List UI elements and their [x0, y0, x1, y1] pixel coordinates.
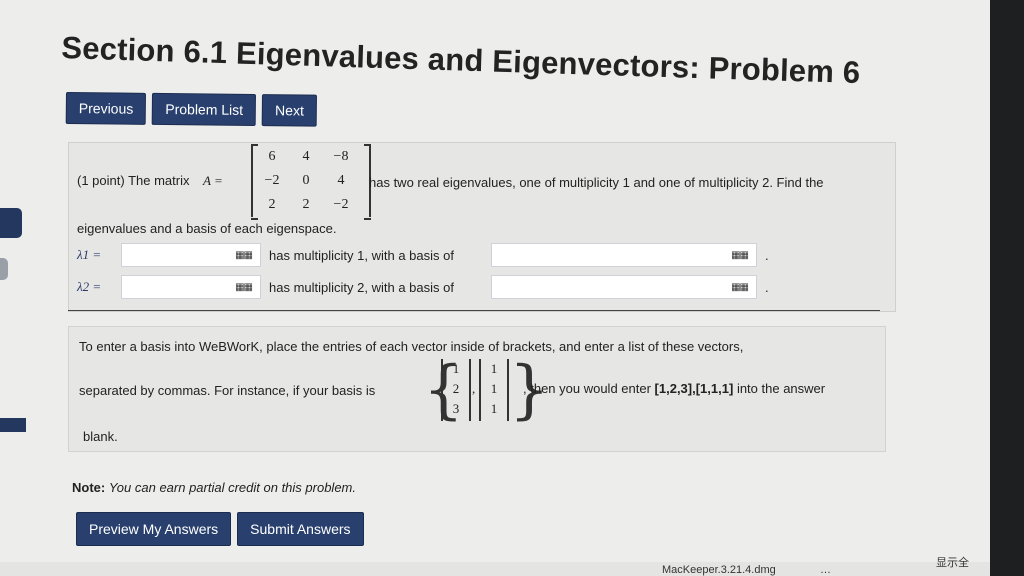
matrix-row: 2 2 −2	[253, 193, 369, 217]
instructions-panel: To enter a basis into WeBWorK, place the…	[68, 326, 886, 452]
grid-icon[interactable]: ▦▦	[235, 282, 253, 293]
matrix-cell: 6	[268, 149, 276, 164]
lambda2-row: λ2 = ▦▦ has multiplicity 2, with a basis…	[77, 275, 769, 299]
line2-post-text: , then you would enter	[523, 381, 651, 396]
submit-answers-button[interactable]: Submit Answers	[237, 512, 364, 546]
instructions-line3: blank.	[83, 429, 118, 444]
lambda2-input[interactable]: ▦▦	[121, 275, 261, 299]
matrix-cell: 2	[302, 197, 310, 212]
vector-entry: 1	[452, 361, 460, 376]
side-tab[interactable]	[0, 208, 22, 238]
period: .	[765, 279, 769, 295]
side-tab[interactable]	[0, 418, 26, 432]
show-all-link[interactable]: 显示全	[936, 554, 969, 570]
instructions-line2-post: , then you would enter [1,2,3],[1,1,1] i…	[523, 381, 825, 396]
matrix-cell: 0	[302, 173, 310, 188]
grid-icon[interactable]: ▦▦	[731, 250, 749, 261]
matrix-label: A =	[203, 173, 223, 188]
problem-panel: (1 point) The matrix A = 6 4 −8 −2 0 4 2…	[68, 142, 896, 312]
matrix-row: 6 4 −8	[253, 145, 369, 169]
matrix-cell: −2	[333, 197, 349, 212]
grid-icon[interactable]: ▦▦	[731, 282, 749, 293]
grid-icon[interactable]: ▦▦	[235, 250, 253, 261]
screen: Section 6.1 Eigenvalues and Eigenvectors…	[0, 0, 990, 576]
lambda2-text: has multiplicity 2, with a basis of	[269, 279, 454, 295]
matrix-cell: 4	[302, 149, 310, 164]
lambda1-row: λ1 = ▦▦ has multiplicity 1, with a basis…	[77, 243, 769, 267]
matrix-cell: −2	[264, 173, 280, 188]
example-answer: [1,2,3],[1,1,1]	[654, 381, 734, 396]
preview-answers-button[interactable]: Preview My Answers	[76, 512, 232, 546]
lambda1-basis-input[interactable]: ▦▦	[491, 243, 757, 267]
problem-intro: (1 point) The matrix	[77, 173, 190, 188]
problem-text-after: has two real eigenvalues, one of multipl…	[369, 175, 824, 190]
lambda1-text: has multiplicity 1, with a basis of	[269, 247, 454, 263]
download-more-icon[interactable]: …	[820, 564, 831, 576]
previous-button[interactable]: Previous	[65, 92, 147, 125]
note-label: Note:	[72, 480, 106, 495]
lambda1-label: λ1 =	[77, 247, 102, 262]
lambda2-basis-input[interactable]: ▦▦	[491, 275, 757, 299]
example-basis: { 1 2 3 , 1 1 1 }	[423, 358, 550, 422]
answer-actions: Preview My Answers Submit Answers	[76, 512, 364, 546]
lambda1-input[interactable]: ▦▦	[121, 243, 261, 267]
vector-entry: 1	[490, 401, 498, 416]
period: .	[765, 247, 769, 263]
problem-list-button[interactable]: Problem List	[152, 92, 257, 126]
example-vector-1: 1 2 3	[441, 359, 471, 421]
vector-entry: 1	[490, 361, 498, 376]
instructions-line2-pre: separated by commas. For instance, if yo…	[79, 383, 376, 398]
page-title: Section 6.1 Eigenvalues and Eigenvectors…	[60, 30, 861, 91]
side-tab[interactable]	[0, 258, 8, 280]
lambda2-label: λ2 =	[77, 279, 102, 294]
note: Note: You can earn partial credit on thi…	[72, 480, 356, 495]
example-vector-2: 1 1 1	[479, 359, 509, 421]
next-button[interactable]: Next	[261, 94, 318, 127]
problem-text-line2: eigenvalues and a basis of each eigenspa…	[77, 221, 337, 236]
matrix-cell: 2	[268, 197, 276, 212]
vector-comma: ,	[472, 381, 476, 396]
vector-entry: 1	[490, 381, 498, 396]
note-text: You can earn partial credit on this prob…	[108, 480, 356, 495]
matrix-cell: 4	[337, 173, 345, 188]
line2-end-text: into the answer	[736, 381, 826, 396]
matrix-row: −2 0 4	[253, 169, 369, 193]
instructions-line1: To enter a basis into WeBWorK, place the…	[79, 339, 744, 354]
matrix-a: 6 4 −8 −2 0 4 2 2 −2	[251, 144, 371, 220]
vector-entry: 2	[452, 381, 460, 396]
problem-nav: Previous Problem List Next	[65, 92, 318, 127]
matrix-cell: −8	[333, 149, 349, 164]
divider	[68, 310, 880, 311]
vector-entry: 3	[452, 401, 460, 416]
download-bar: MacKeeper.3.21.4.dmg … 显示全	[0, 557, 990, 576]
download-item[interactable]: MacKeeper.3.21.4.dmg	[662, 564, 776, 576]
monitor-bezel	[990, 0, 1024, 576]
